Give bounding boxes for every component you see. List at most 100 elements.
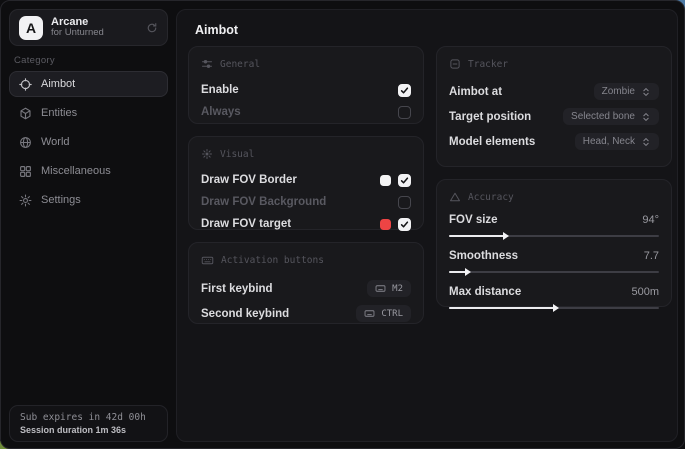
setting-row-smoothness: Smoothness 7.7	[449, 248, 659, 273]
crosshair-icon	[19, 78, 32, 91]
keyboard-icon	[201, 254, 214, 267]
check-icon	[400, 176, 409, 185]
fov-target-checkbox[interactable]	[398, 218, 411, 231]
session-duration-text: Session duration 1m 36s	[20, 425, 157, 435]
sidebar-item-aimbot[interactable]: Aimbot	[9, 71, 168, 97]
setting-row-fov-background: Draw FOV Background	[201, 191, 411, 213]
globe-icon	[19, 136, 32, 149]
card-title: Visual	[220, 149, 254, 160]
activation-card: Activation buttons First keybind M2 Seco…	[188, 242, 424, 324]
brand-card: A Arcane for Unturned	[9, 9, 168, 46]
fov-size-slider[interactable]	[449, 235, 659, 237]
card-title: General	[220, 59, 260, 70]
card-title: Tracker	[468, 59, 508, 70]
sidebar-item-label: Entities	[41, 107, 77, 119]
keybind-value: M2	[392, 284, 403, 294]
grid-icon	[19, 165, 32, 178]
sidebar-item-label: Miscellaneous	[41, 165, 111, 177]
setting-label: Target position	[449, 111, 531, 123]
smoothness-slider[interactable]	[449, 271, 659, 273]
fov-background-checkbox[interactable]	[398, 196, 411, 209]
tracker-card: Tracker Aimbot at Zombie Target position…	[436, 46, 672, 167]
setting-label: Enable	[201, 84, 239, 96]
fov-border-checkbox[interactable]	[398, 174, 411, 187]
sidebar-item-label: Aimbot	[41, 78, 75, 90]
setting-label: Always	[201, 106, 241, 118]
enable-checkbox[interactable]	[398, 84, 411, 97]
setting-label: Second keybind	[201, 308, 289, 320]
setting-row-fov-size: FOV size 94°	[449, 212, 659, 237]
check-icon	[400, 220, 409, 229]
dropdown-value: Selected bone	[571, 111, 635, 122]
setting-label: Draw FOV Border	[201, 174, 297, 186]
general-card: General Enable Always	[188, 46, 424, 124]
main-panel: Aimbot General Enable Always	[176, 9, 678, 442]
slider-value: 7.7	[644, 250, 659, 262]
setting-label: Smoothness	[449, 250, 518, 262]
model-elements-dropdown[interactable]: Head, Neck	[575, 133, 659, 150]
check-icon	[400, 86, 409, 95]
sliders-icon	[201, 58, 213, 70]
setting-row-enable: Enable	[201, 79, 411, 101]
scan-icon	[449, 58, 461, 70]
color-swatch-white[interactable]	[380, 175, 391, 186]
dropdown-value: Zombie	[602, 86, 635, 97]
keybind-value: CTRL	[381, 309, 403, 319]
dropdown-value: Head, Neck	[583, 136, 635, 147]
first-keybind-button[interactable]: M2	[367, 280, 411, 297]
always-checkbox[interactable]	[398, 106, 411, 119]
sidebar-item-label: Settings	[41, 194, 81, 206]
entities-icon	[19, 107, 32, 120]
sidebar: A Arcane for Unturned Category Aimbot	[1, 1, 176, 448]
sidebar-item-world[interactable]: World	[9, 129, 168, 155]
color-swatch-red[interactable]	[380, 219, 391, 230]
visual-card: Visual Draw FOV Border Draw FOV Backgrou…	[188, 136, 424, 230]
setting-label: Aimbot at	[449, 86, 502, 98]
page-title: Aimbot	[195, 23, 238, 37]
card-title: Activation buttons	[221, 255, 324, 266]
slider-thumb[interactable]	[553, 304, 559, 312]
setting-row-first-keybind: First keybind M2	[201, 276, 411, 301]
triangle-icon	[449, 191, 461, 203]
sidebar-item-label: World	[41, 136, 70, 148]
keyboard-icon	[364, 308, 375, 319]
slider-value: 94°	[642, 214, 659, 226]
card-title: Accuracy	[468, 192, 514, 203]
setting-row-target-position: Target position Selected bone	[449, 104, 659, 129]
sidebar-item-entities[interactable]: Entities	[9, 100, 168, 126]
setting-row-always: Always	[201, 101, 411, 123]
app-logo: A	[19, 16, 43, 40]
max-distance-slider[interactable]	[449, 307, 659, 309]
setting-row-aimbot-at: Aimbot at Zombie	[449, 79, 659, 104]
sun-icon	[201, 148, 213, 160]
sub-expires-text: Sub expires in 42d 00h	[20, 412, 157, 423]
setting-row-fov-target: Draw FOV target	[201, 213, 411, 235]
setting-label: First keybind	[201, 283, 273, 295]
sidebar-nav: Aimbot Entities World	[9, 71, 168, 213]
slider-value: 500m	[631, 286, 659, 298]
setting-label: Model elements	[449, 136, 535, 148]
aimbot-at-dropdown[interactable]: Zombie	[594, 83, 659, 100]
chevron-up-down-icon	[641, 87, 651, 97]
setting-row-fov-border: Draw FOV Border	[201, 169, 411, 191]
setting-row-model-elements: Model elements Head, Neck	[449, 129, 659, 154]
setting-label: FOV size	[449, 214, 498, 226]
accuracy-card: Accuracy FOV size 94° Smoothness 7.7	[436, 179, 672, 307]
gear-icon	[19, 194, 32, 207]
setting-row-max-distance: Max distance 500m	[449, 284, 659, 309]
category-label: Category	[14, 55, 55, 66]
keyboard-icon	[375, 283, 386, 294]
setting-label: Draw FOV Background	[201, 196, 326, 208]
setting-label: Draw FOV target	[201, 218, 291, 230]
second-keybind-button[interactable]: CTRL	[356, 305, 411, 322]
refresh-icon[interactable]	[146, 22, 158, 34]
target-position-dropdown[interactable]: Selected bone	[563, 108, 659, 125]
sidebar-item-miscellaneous[interactable]: Miscellaneous	[9, 158, 168, 184]
slider-thumb[interactable]	[465, 268, 471, 276]
chevron-up-down-icon	[641, 137, 651, 147]
app-window: A Arcane for Unturned Category Aimbot	[0, 0, 685, 449]
app-subtitle: for Unturned	[51, 28, 138, 39]
sidebar-item-settings[interactable]: Settings	[9, 187, 168, 213]
slider-thumb[interactable]	[503, 232, 509, 240]
subscription-status-card: Sub expires in 42d 00h Session duration …	[9, 405, 168, 442]
